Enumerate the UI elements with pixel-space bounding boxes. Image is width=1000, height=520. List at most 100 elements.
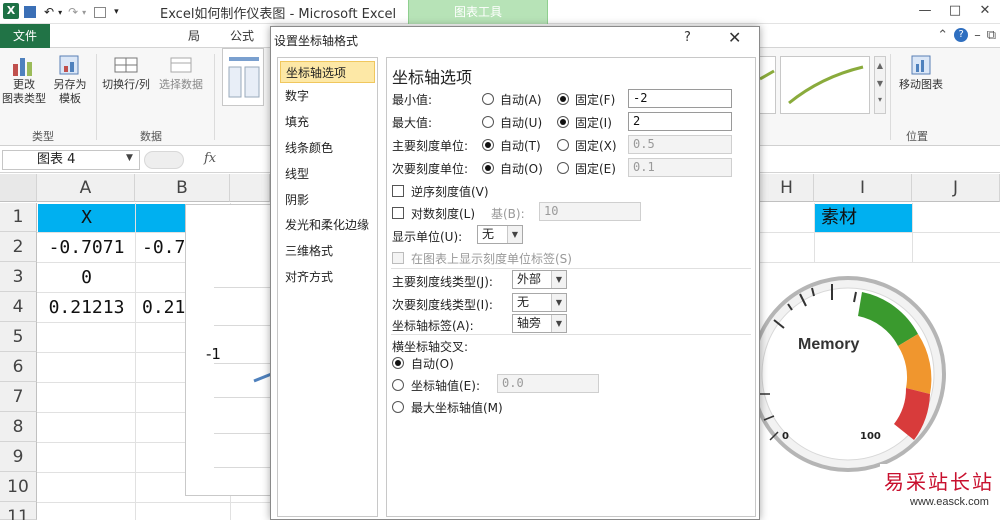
chart-style-thumbnail-selected[interactable] — [780, 56, 870, 114]
major-tick-type-label: 主要刻度线类型(J): — [392, 275, 493, 289]
display-units-select[interactable]: 无 ▼ — [477, 225, 523, 244]
row-header-11[interactable]: 11 — [0, 502, 37, 520]
log-scale-checkbox[interactable] — [392, 207, 404, 219]
chevron-down-icon: ▼ — [551, 294, 566, 311]
minimize-button[interactable]: — — [910, 0, 940, 24]
print-preview-icon[interactable] — [94, 6, 107, 18]
maximize-button[interactable]: □ — [940, 0, 970, 24]
dialog-help-button[interactable]: ? — [684, 30, 691, 45]
crosses-max-radio[interactable] — [392, 401, 404, 413]
crosses-auto-radio[interactable] — [392, 357, 404, 369]
log-base-input[interactable]: 10 — [539, 202, 641, 221]
undo-icon[interactable]: ↶ — [44, 5, 54, 19]
chart-axis-label: -1 — [206, 345, 221, 363]
cell-i1[interactable]: 素材 — [815, 204, 912, 232]
redo-icon[interactable]: ↷ — [68, 5, 78, 19]
row-header-7[interactable]: 7 — [0, 382, 37, 412]
chart-layout-thumbnail[interactable] — [222, 48, 264, 106]
ribbon-minimize-icon[interactable]: ⌃ — [937, 28, 948, 43]
help-icon[interactable]: ? — [954, 28, 969, 42]
nav-3d-format[interactable]: 三维格式 — [280, 240, 375, 262]
gallery-more-icon[interactable]: ▾ — [875, 93, 885, 107]
cell-a2[interactable]: -0.7071 — [38, 233, 135, 262]
gallery-down-icon[interactable]: ▼ — [875, 75, 885, 93]
row-header-4[interactable]: 4 — [0, 292, 37, 322]
nav-glow-soft-edges[interactable]: 发光和柔化边缘 — [280, 214, 375, 236]
crosses-at-value-radio[interactable] — [392, 379, 404, 391]
max-auto-radio[interactable] — [482, 116, 494, 128]
gallery-scroll[interactable]: ▲ ▼ ▾ — [874, 56, 886, 114]
select-data-icon — [168, 54, 194, 76]
select-data-button[interactable]: 选择数据 — [154, 54, 208, 92]
max-value-input[interactable]: 2 — [628, 112, 732, 131]
redo-dropdown-icon[interactable]: ▾ — [82, 8, 86, 17]
minor-unit-fixed-radio[interactable] — [557, 162, 569, 174]
axis-labels-select[interactable]: 轴旁 ▼ — [512, 314, 567, 333]
save-icon[interactable] — [24, 6, 36, 18]
major-unit-fixed-radio[interactable] — [557, 139, 569, 151]
workbook-restore-icon[interactable]: ⧉ — [987, 28, 996, 43]
insert-function-button[interactable]: fx — [204, 151, 216, 166]
minor-tick-type-select[interactable]: 无 ▼ — [512, 293, 567, 312]
customize-qat-icon[interactable]: ▾ — [114, 7, 119, 17]
column-header-i[interactable]: I — [814, 174, 912, 202]
row-header-6[interactable]: 6 — [0, 352, 37, 382]
major-unit-auto-radio[interactable] — [482, 139, 494, 151]
row-header-5[interactable]: 5 — [0, 322, 37, 352]
min-value-input[interactable]: -2 — [628, 89, 732, 108]
column-header-h[interactable]: H — [760, 174, 814, 202]
nav-fill[interactable]: 填充 — [280, 111, 375, 133]
crosses-at-value-input[interactable]: 0.0 — [497, 374, 599, 393]
name-box[interactable]: 图表 4 — [2, 150, 140, 170]
close-window-button[interactable]: ✕ — [970, 0, 1000, 24]
switch-row-column-button[interactable]: 切换行/列 — [98, 54, 154, 92]
gallery-up-icon[interactable]: ▲ — [875, 57, 885, 75]
excel-app-icon[interactable]: X — [3, 3, 19, 19]
show-units-label-checkbox[interactable] — [392, 252, 404, 264]
column-header-a[interactable]: A — [37, 174, 135, 202]
dialog-close-button[interactable]: ✕ — [728, 28, 741, 47]
minor-unit-auto-radio[interactable] — [482, 162, 494, 174]
workbook-minimize-icon[interactable]: – — [974, 28, 981, 43]
save-as-template-button[interactable]: 另存为 模板 — [46, 54, 94, 106]
nav-number[interactable]: 数字 — [280, 85, 375, 107]
major-tick-type-select[interactable]: 外部 ▼ — [512, 270, 567, 289]
cell-a4[interactable]: 0.21213 — [38, 293, 135, 322]
column-header-c[interactable] — [230, 174, 270, 202]
max-fixed-radio[interactable] — [557, 116, 569, 128]
nav-alignment[interactable]: 对齐方式 — [280, 266, 375, 288]
tab-file[interactable]: 文件 — [0, 24, 50, 48]
min-fixed-radio[interactable] — [557, 93, 569, 105]
column-header-j[interactable]: J — [912, 174, 1000, 202]
row-header-9[interactable]: 9 — [0, 442, 37, 472]
major-unit-input[interactable]: 0.5 — [628, 135, 732, 154]
minor-unit-input[interactable]: 0.1 — [628, 158, 732, 177]
nav-shadow[interactable]: 阴影 — [280, 189, 375, 211]
tab-formulas[interactable]: 公式 — [230, 24, 254, 48]
crosses-auto-label: 自动(O) — [411, 357, 454, 371]
nav-axis-options[interactable]: 坐标轴选项 — [280, 61, 375, 83]
max-label: 最大值: — [392, 116, 433, 130]
row-header-2[interactable]: 2 — [0, 232, 37, 262]
row-header-1[interactable]: 1 — [0, 203, 37, 232]
embedded-chart[interactable]: -1 — [185, 204, 276, 496]
row-header-8[interactable]: 8 — [0, 412, 37, 442]
undo-dropdown-icon[interactable]: ▾ — [58, 8, 62, 17]
row-header-10[interactable]: 10 — [0, 472, 37, 502]
name-box-dropdown-icon[interactable]: ▼ — [126, 153, 133, 163]
min-auto-radio[interactable] — [482, 93, 494, 105]
chart-style-thumbnail[interactable] — [759, 56, 776, 114]
column-header-b[interactable]: B — [135, 174, 230, 202]
nav-line-color[interactable]: 线条颜色 — [280, 137, 375, 159]
cell-a3[interactable]: 0 — [38, 263, 135, 292]
move-chart-button[interactable]: 移动图表 — [894, 54, 948, 92]
select-all-corner[interactable] — [0, 174, 37, 202]
tab-page-layout[interactable]: 局 — [188, 24, 200, 48]
select-data-label: 选择数据 — [159, 78, 203, 91]
reverse-order-checkbox[interactable] — [392, 185, 404, 197]
change-chart-type-button[interactable]: 更改 图表类型 — [2, 54, 46, 106]
group-type-label: 类型 — [32, 130, 54, 143]
nav-line-style[interactable]: 线型 — [280, 163, 375, 185]
cell-a1[interactable]: X — [38, 204, 135, 232]
row-header-3[interactable]: 3 — [0, 262, 37, 292]
